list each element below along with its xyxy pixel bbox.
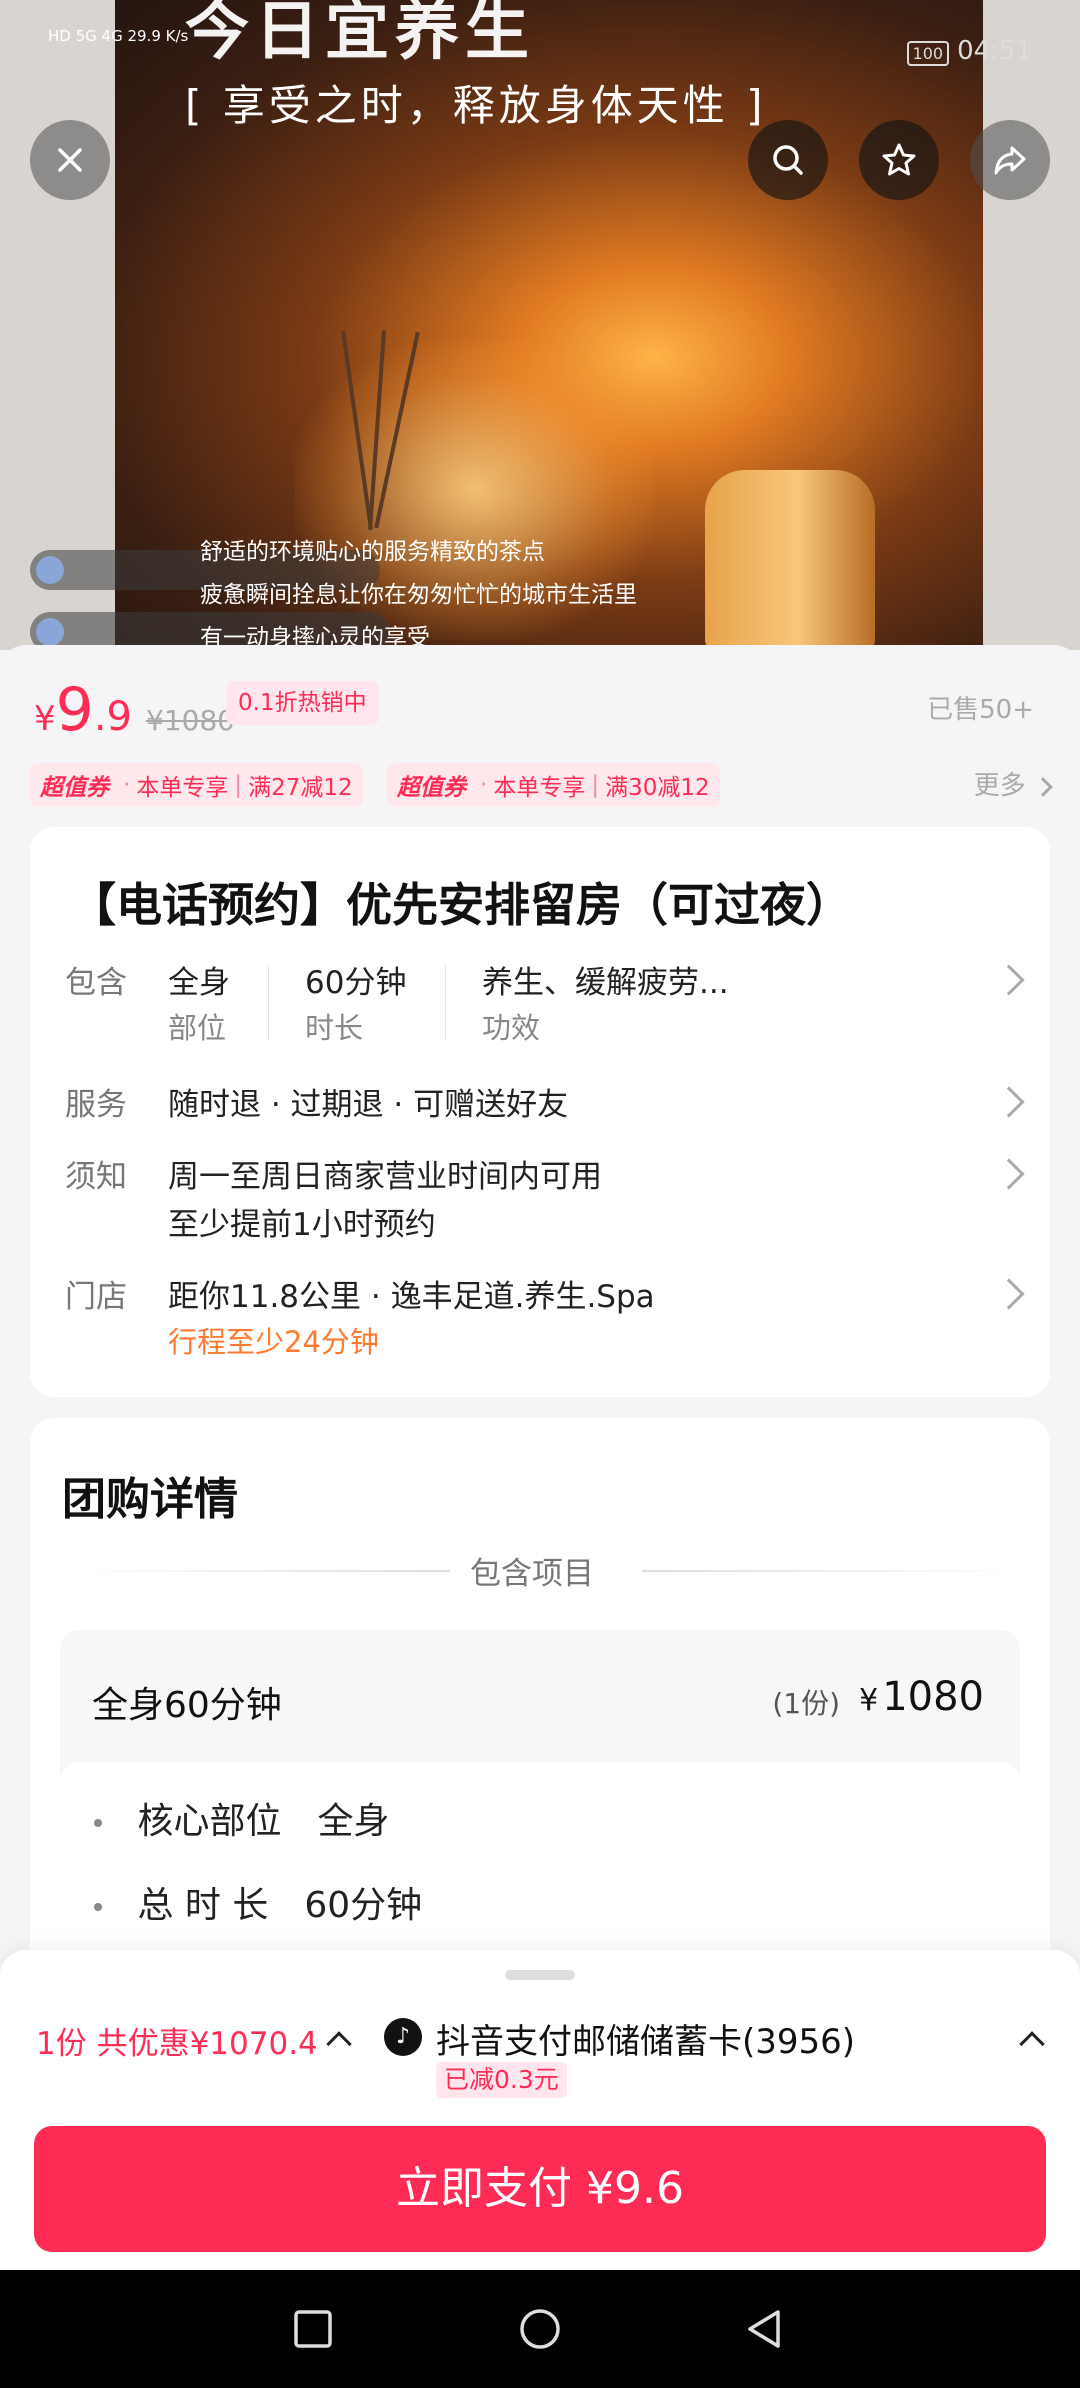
include-part-value: 全身 [168, 965, 230, 1001]
reduced-badge: 已减0.3元 [436, 2062, 567, 2098]
coupon-rule: 满27减12 [248, 775, 353, 801]
attribute-row: 总 时 长 60分钟 [94, 1876, 422, 1928]
include-duration-label: 时长 [305, 1011, 364, 1045]
vase [705, 470, 875, 650]
coupon-scope: 本单专享 [493, 775, 586, 801]
clock: 04:51 [957, 36, 1032, 66]
drag-handle[interactable] [505, 1970, 575, 1980]
attribute-value: 全身 [317, 1801, 390, 1842]
checkout-bar: 1份 共优惠¥1070.4 ♪ 抖音支付邮储储蓄卡(3956) 已减0.3元 立… [0, 1950, 1080, 2270]
coupons-more-button[interactable]: 更多 [973, 765, 1053, 802]
item-price-symbol: ¥ [859, 1683, 879, 1718]
avatar [36, 618, 64, 646]
item-name: 全身60分钟 [92, 1685, 282, 1726]
status-network: HD 5G 4G 29.9 K/s [48, 27, 189, 45]
chevron-right-icon[interactable] [993, 1158, 1025, 1190]
hero-banner: 今日宜养生 [ 享受之时，释放身体天性 ] 舒适的环境贴心的服务精致的茶点 疲惫… [0, 0, 1080, 650]
chevron-up-icon[interactable] [1019, 2031, 1045, 2057]
chevron-right-icon[interactable] [993, 1086, 1025, 1118]
notice-text: 至少提前1小时预约 [168, 1207, 436, 1243]
item-price-value: 1080 [882, 1674, 984, 1720]
original-price: ¥1080 [146, 704, 236, 737]
item-attributes: 核心部位 全身 总 时 长 60分钟 [60, 1762, 1020, 1950]
package-item: 全身60分钟 (1份) ¥1080 核心部位 全身 总 时 长 60分钟 [60, 1630, 1020, 1950]
recent-apps-icon[interactable] [290, 2306, 336, 2352]
system-nav-bar [0, 2270, 1080, 2388]
price-decimal: .9 [93, 694, 132, 740]
hero-subtitle: [ 享受之时，释放身体天性 ] [185, 81, 767, 130]
back-icon[interactable] [742, 2306, 788, 2352]
store-text[interactable]: 距你11.8公里 · 逸丰足道.养生.Spa [168, 1271, 655, 1316]
section-label: 包含项目 [470, 1556, 594, 1592]
avatar [36, 556, 64, 584]
close-icon [58, 148, 82, 172]
hero-caption: 疲惫瞬间拴息让你在匆匆忙忙的城市生活里 [200, 582, 637, 608]
attribute-key: 总 时 长 [137, 1885, 269, 1926]
chevron-up-icon[interactable] [326, 2031, 352, 2057]
discount-summary[interactable]: 1份 共优惠¥1070.4 [36, 2018, 318, 2063]
group-detail-card: 团购详情 包含项目 全身60分钟 (1份) ¥1080 核心部位 全身 总 时 长… [30, 1418, 1050, 1950]
include-duration-value: 60分钟 [305, 965, 407, 1001]
coupon-rule: 满30减12 [605, 775, 710, 801]
payment-method[interactable]: 抖音支付邮储储蓄卡(3956) [436, 2014, 855, 2063]
store-travel-time: 行程至少24分钟 [168, 1325, 379, 1359]
include-label: 包含 [65, 965, 127, 1001]
more-label: 更多 [973, 771, 1026, 801]
coupon-badge: 超值券 [397, 775, 466, 801]
attribute-key: 核心部位 [137, 1801, 282, 1842]
favorite-button[interactable] [859, 120, 939, 200]
chevron-right-icon[interactable] [993, 1278, 1025, 1310]
include-part-label: 部位 [168, 1011, 227, 1045]
coupon[interactable]: 超值券 · 本单专享 | 满27减12 [30, 763, 363, 807]
product-title: 【电话预约】优先安排留房（可过夜） [70, 878, 852, 932]
price-row: ¥ 9 .9 ¥1080 [34, 675, 236, 745]
include-effect-label: 功效 [482, 1011, 541, 1045]
battery-level: 100 [906, 41, 950, 66]
price-integer: 9 [55, 675, 94, 745]
attribute-value: 60分钟 [304, 1885, 423, 1926]
notice-text: 周一至周日商家营业时间内可用 [168, 1159, 602, 1195]
item-quantity: (1份) [772, 1687, 840, 1720]
hero-title: 今日宜养生 [185, 0, 535, 69]
share-button[interactable] [970, 120, 1050, 200]
price-symbol: ¥ [34, 699, 56, 739]
star-icon [882, 143, 916, 176]
share-icon [994, 146, 1026, 175]
discount-tag: 0.1折热销中 [226, 681, 379, 725]
home-icon[interactable] [517, 2306, 563, 2352]
pay-now-button[interactable]: 立即支付 ¥9.6 [34, 2126, 1046, 2252]
include-effect-value: 养生、缓解疲劳... [482, 965, 729, 1001]
chevron-right-icon[interactable] [993, 964, 1025, 996]
hero-caption: 舒适的环境贴心的服务精致的茶点 [200, 539, 545, 565]
tiktok-pay-icon: ♪ [384, 2018, 422, 2056]
group-detail-title: 团购详情 [62, 1474, 238, 1525]
divider [70, 1570, 450, 1572]
chevron-right-icon [1033, 777, 1053, 797]
search-button[interactable] [748, 120, 828, 200]
coupon-scope: 本单专享 [136, 775, 229, 801]
service-text: 随时退 · 过期退 · 可赠送好友 [168, 1087, 569, 1123]
coupon-badge: 超值券 [40, 775, 109, 801]
coupon[interactable]: 超值券 · 本单专享 | 满30减12 [387, 763, 720, 807]
product-sheet: ¥ 9 .9 ¥1080 0.1折热销中 已售50+ 超值券 · 本单专享 | … [0, 645, 1080, 1950]
divider [642, 1570, 1022, 1572]
status-time: 100 04:51 [906, 36, 1032, 66]
product-info-card: 【电话预约】优先安排留房（可过夜） 包含 全身 部位 60分钟 时长 养生、缓解… [30, 827, 1050, 1397]
close-button[interactable] [30, 120, 110, 200]
service-label: 服务 [65, 1087, 127, 1123]
item-price: ¥1080 [859, 1674, 984, 1720]
attribute-row: 核心部位 全身 [94, 1792, 389, 1844]
search-icon [773, 145, 803, 175]
notice-label: 须知 [65, 1159, 127, 1195]
sold-count: 已售50+ [927, 695, 1034, 725]
store-label: 门店 [65, 1279, 127, 1315]
